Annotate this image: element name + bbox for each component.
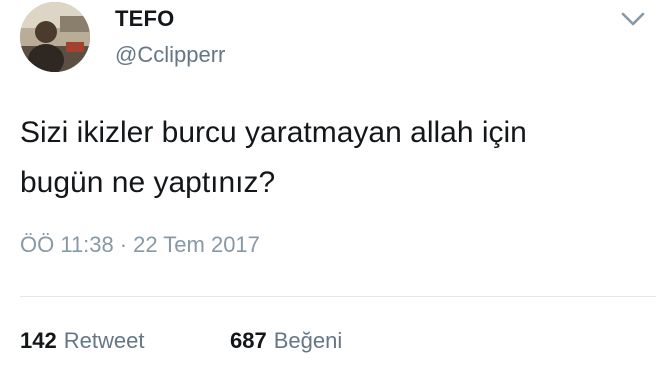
tweet-date: 22 Tem 2017 (133, 232, 260, 257)
likes-stat[interactable]: 687 Beğeni (230, 328, 342, 354)
tweet-time: ÖÖ 11:38 (20, 232, 114, 257)
chevron-down-icon[interactable] (618, 8, 648, 30)
tweet-text-line: bugün ne yaptınız? (20, 166, 276, 199)
retweets-count: 142 (20, 328, 57, 353)
separator-dot: · (119, 232, 128, 257)
avatar-photo (20, 2, 90, 72)
tweet-text-line: Sizi ikizler burcu yaratmayan allah için (20, 116, 527, 149)
tweet-text: Sizi ikizler burcu yaratmayan allah için… (20, 108, 650, 208)
retweets-label: Retweet (63, 328, 145, 353)
user-handle[interactable]: @Cclipperr (115, 42, 225, 68)
divider (20, 296, 656, 297)
tweet-timestamp[interactable]: ÖÖ 11:38 · 22 Tem 2017 (20, 232, 260, 258)
retweets-stat[interactable]: 142 Retweet (20, 328, 144, 354)
display-name[interactable]: TEFO (115, 6, 174, 32)
tweet-card: TEFO @Cclipperr Sizi ikizler burcu yarat… (0, 0, 672, 378)
avatar[interactable] (20, 2, 90, 72)
likes-count: 687 (230, 328, 267, 353)
likes-label: Beğeni (273, 328, 343, 353)
